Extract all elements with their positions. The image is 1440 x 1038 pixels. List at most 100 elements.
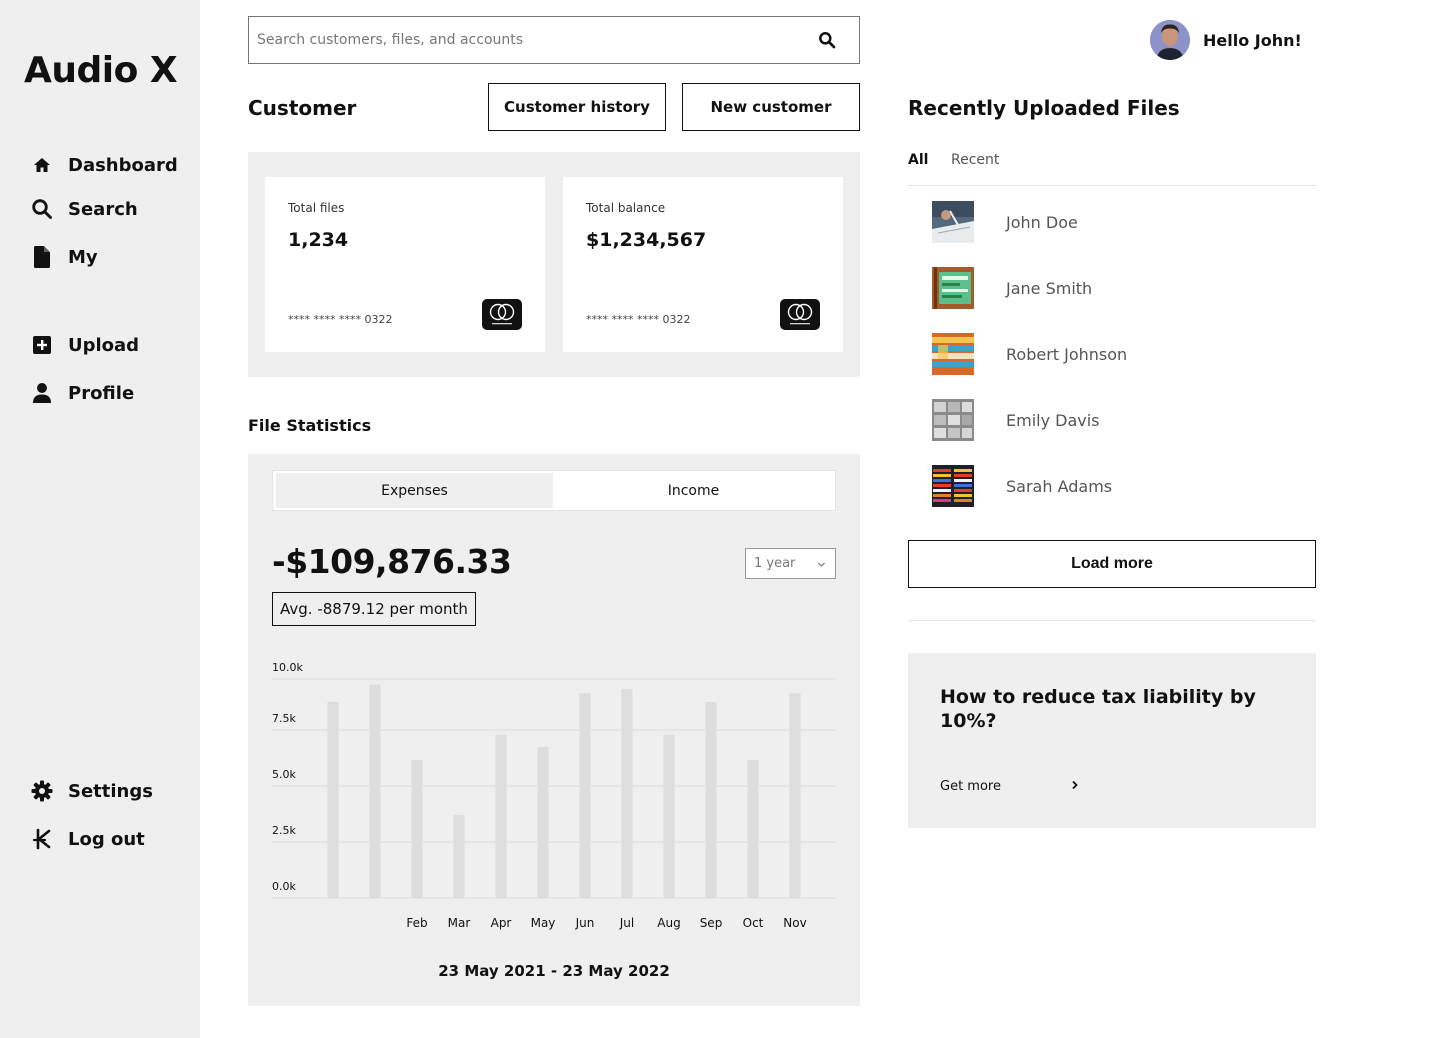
home-icon [30,153,54,177]
tab-all[interactable]: All [908,152,928,168]
nav-search-label: Search [68,198,138,220]
nav-logout-label: Log out [68,828,145,850]
get-more-link[interactable]: Get more [940,779,1079,794]
customer-history-button[interactable]: Customer history [488,83,666,131]
file-thumbnail [932,465,974,507]
logout-icon [30,827,54,851]
search-input[interactable] [249,17,803,63]
bar-aug[interactable] [621,688,633,898]
nav-my[interactable]: My [30,242,98,272]
brand-logo: Audio X [24,50,178,91]
bar-jan[interactable] [327,701,339,898]
file-item[interactable]: Sarah Adams [932,465,1112,507]
new-customer-button[interactable]: New customer [682,83,860,131]
average-badge: Avg. -8879.12 per month [272,592,476,626]
nav-dashboard[interactable]: Dashboard [30,150,178,180]
customer-cards-panel: Total files 1,234 **** **** **** 0322 To… [248,152,860,377]
bar-jul[interactable] [579,693,591,898]
bar-sep[interactable] [663,734,675,898]
user-greeting: Hello John! [1203,30,1302,50]
nav-search[interactable]: Search [30,194,138,224]
file-statistics-panel: Expenses Income -$109,876.33 1 year Avg.… [248,454,860,1006]
file-name: Jane Smith [1006,278,1093,298]
gear-icon [30,779,54,803]
user-menu[interactable]: Hello John! [1150,20,1302,60]
nav-settings[interactable]: Settings [30,776,153,806]
search-submit-icon[interactable] [803,17,851,63]
divider [908,620,1316,621]
file-statistics-title: File Statistics [248,416,372,435]
load-more-button[interactable]: Load more [908,540,1316,588]
file-item[interactable]: Robert Johnson [932,333,1127,375]
bar-oct[interactable] [705,701,717,898]
file-item[interactable]: Jane Smith [932,267,1092,309]
file-name: John Doe [1006,212,1078,232]
bar-may[interactable] [495,734,507,898]
bar-jun[interactable] [537,746,549,898]
nav-profile-label: Profile [68,382,135,404]
card-value: $1,234,567 [586,229,707,251]
file-name: Robert Johnson [1006,344,1128,364]
x-tick-label: Sep [700,916,723,930]
y-tick-label: 5.0k [272,768,296,781]
nav-my-label: My [68,246,98,268]
mastercard-icon [780,299,820,330]
x-tick-label: Feb [406,916,427,930]
bar-mar[interactable] [411,760,423,898]
file-icon [30,245,54,269]
bar-feb[interactable] [369,684,381,898]
file-name: Emily Davis [1006,410,1100,430]
chevron-down-icon [817,558,826,573]
bar-nov[interactable] [747,760,759,898]
bar-dec[interactable] [789,693,801,898]
file-item[interactable]: Emily Davis [932,399,1100,441]
card-label: Total balance [586,201,666,215]
y-tick-label: 0.0k [272,880,296,893]
x-tick-label: Jul [619,916,634,930]
promo-card: How to reduce tax liability by 10%? Get … [908,653,1316,828]
user-icon [30,381,54,405]
stats-segmented-control: Expenses Income [272,470,836,511]
expenses-bar-chart: 0.0k 2.5k 5.0k 7.5k 10.0k Feb Mar Apr May Jun Jul A… [272,661,836,930]
avatar [1150,20,1190,60]
expenses-total: -$109,876.33 [272,542,512,581]
x-tick-label: Aug [657,916,680,930]
file-thumbnail [932,399,974,441]
bar-apr[interactable] [453,814,465,898]
tab-recent[interactable]: Recent [951,152,999,168]
nav-upload-label: Upload [68,334,140,356]
plus-square-icon [30,333,54,357]
tab-income[interactable]: Income [555,473,832,508]
customer-title: Customer [248,96,357,120]
date-range: 23 May 2021 - 23 May 2022 [438,962,670,980]
x-tick-label: Nov [783,916,806,930]
nav-settings-label: Settings [68,780,153,802]
total-files-card[interactable]: Total files 1,234 **** **** **** 0322 [265,177,545,352]
x-tick-label: May [531,916,556,930]
y-tick-label: 2.5k [272,824,296,837]
period-select[interactable]: 1 year [745,548,836,579]
files-tabs: All Recent [908,150,1316,186]
mastercard-icon [482,299,522,330]
x-tick-label: Apr [491,916,512,930]
search-icon [30,197,54,221]
tab-expenses[interactable]: Expenses [276,473,553,508]
period-value: 1 year [754,556,796,571]
file-thumbnail [932,201,974,243]
y-tick-label: 7.5k [272,712,296,725]
x-tick-label: Oct [743,916,764,930]
x-tick-label: Jun [575,916,595,930]
file-item[interactable]: John Doe [932,201,1078,243]
x-tick-label: Mar [448,916,471,930]
nav-upload[interactable]: Upload [30,330,139,360]
y-tick-label: 10.0k [272,661,303,674]
nav-profile[interactable]: Profile [30,378,134,408]
card-label: Total files [288,201,345,215]
total-balance-card[interactable]: Total balance $1,234,567 **** **** **** … [563,177,843,352]
card-value: 1,234 [288,229,349,251]
recent-files-title: Recently Uploaded Files [908,96,1180,120]
file-name: Sarah Adams [1006,476,1113,496]
nav-logout[interactable]: Log out [30,824,145,854]
nav-dashboard-label: Dashboard [68,154,178,176]
card-number: **** **** **** 0322 [288,313,393,326]
